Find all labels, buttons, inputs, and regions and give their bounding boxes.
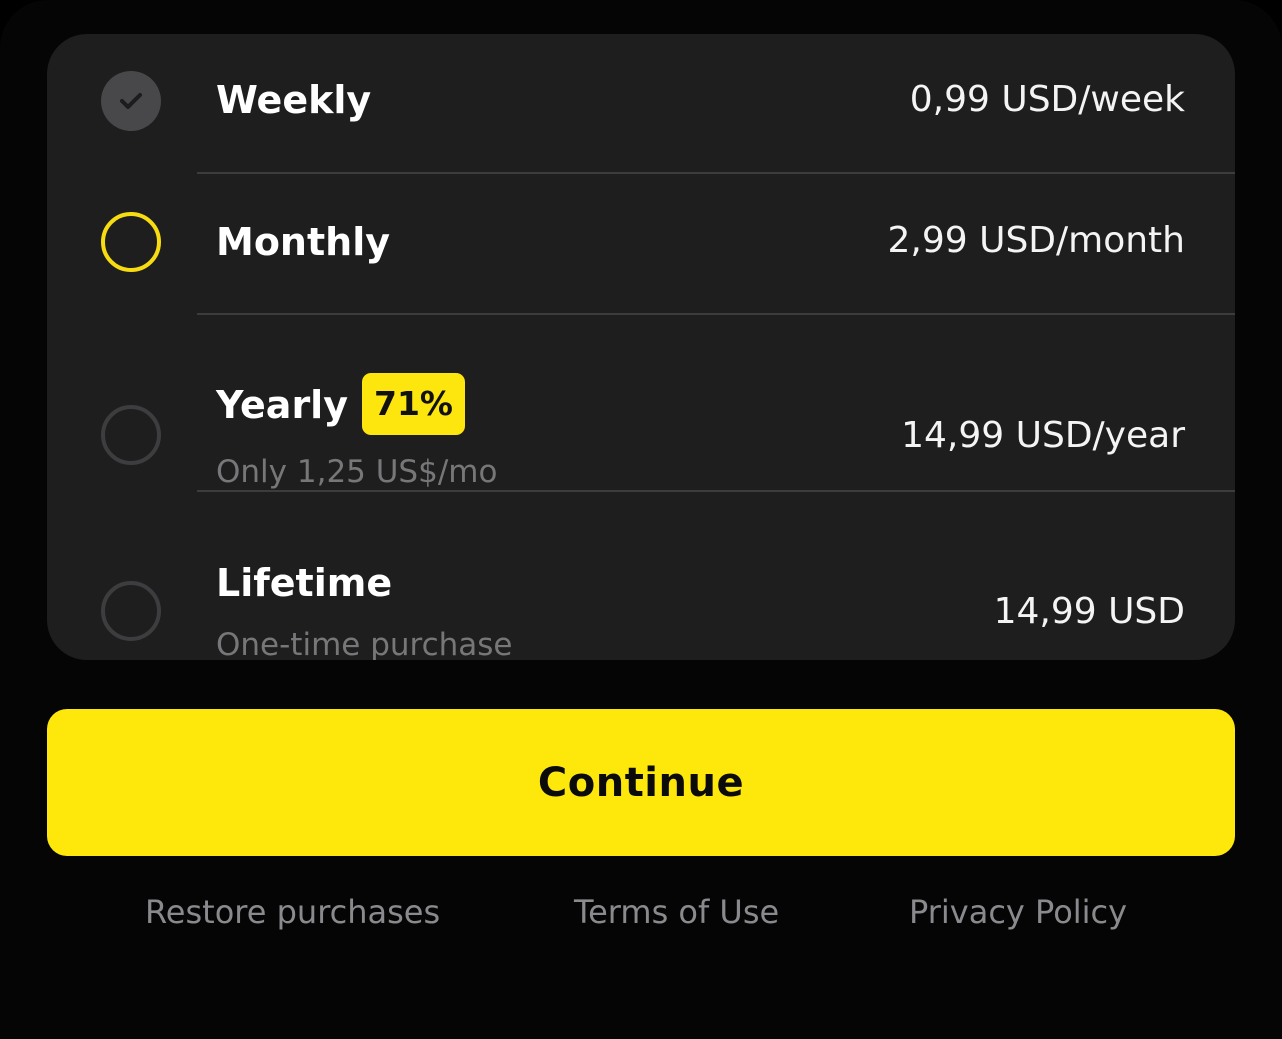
plan-subtitle: One-time purchase — [216, 627, 513, 661]
plan-price: 0,99 USD/week — [909, 79, 1185, 120]
privacy-policy-link[interactable]: Privacy Policy — [909, 896, 1127, 928]
radio-unselected-icon[interactable] — [101, 405, 161, 465]
plan-price: 14,99 USD/year — [901, 415, 1185, 456]
plan-name: Lifetime — [216, 561, 393, 605]
plan-name: Monthly — [216, 220, 390, 264]
plan-option-weekly[interactable]: Weekly 0,99 USD/week — [47, 34, 1235, 173]
discount-badge: 71% — [362, 373, 465, 435]
plan-name: Weekly — [216, 78, 372, 122]
plan-name: Yearly — [216, 383, 348, 427]
plan-price: 14,99 USD — [993, 591, 1185, 632]
restore-purchases-link[interactable]: Restore purchases — [145, 896, 440, 928]
continue-button[interactable]: Continue — [47, 709, 1235, 856]
checkmark-icon[interactable] — [101, 71, 161, 131]
terms-of-use-link[interactable]: Terms of Use — [574, 896, 779, 928]
plan-option-yearly[interactable]: Yearly 71% Only 1,25 US$/mo 14,99 USD/ye… — [47, 315, 1235, 492]
divider — [197, 490, 1235, 492]
radio-selected-icon[interactable] — [101, 212, 161, 272]
plan-price: 2,99 USD/month — [887, 220, 1186, 261]
paywall-sheet: Weekly 0,99 USD/week Monthly 2,99 USD/mo… — [0, 0, 1282, 1039]
plan-option-lifetime[interactable]: Lifetime One-time purchase 14,99 USD — [47, 493, 1235, 660]
plan-list-card: Weekly 0,99 USD/week Monthly 2,99 USD/mo… — [47, 34, 1235, 660]
plan-option-monthly[interactable]: Monthly 2,99 USD/month — [47, 174, 1235, 314]
plan-subtitle: Only 1,25 US$/mo — [216, 454, 498, 490]
continue-label: Continue — [537, 759, 745, 806]
radio-unselected-icon[interactable] — [101, 581, 161, 641]
